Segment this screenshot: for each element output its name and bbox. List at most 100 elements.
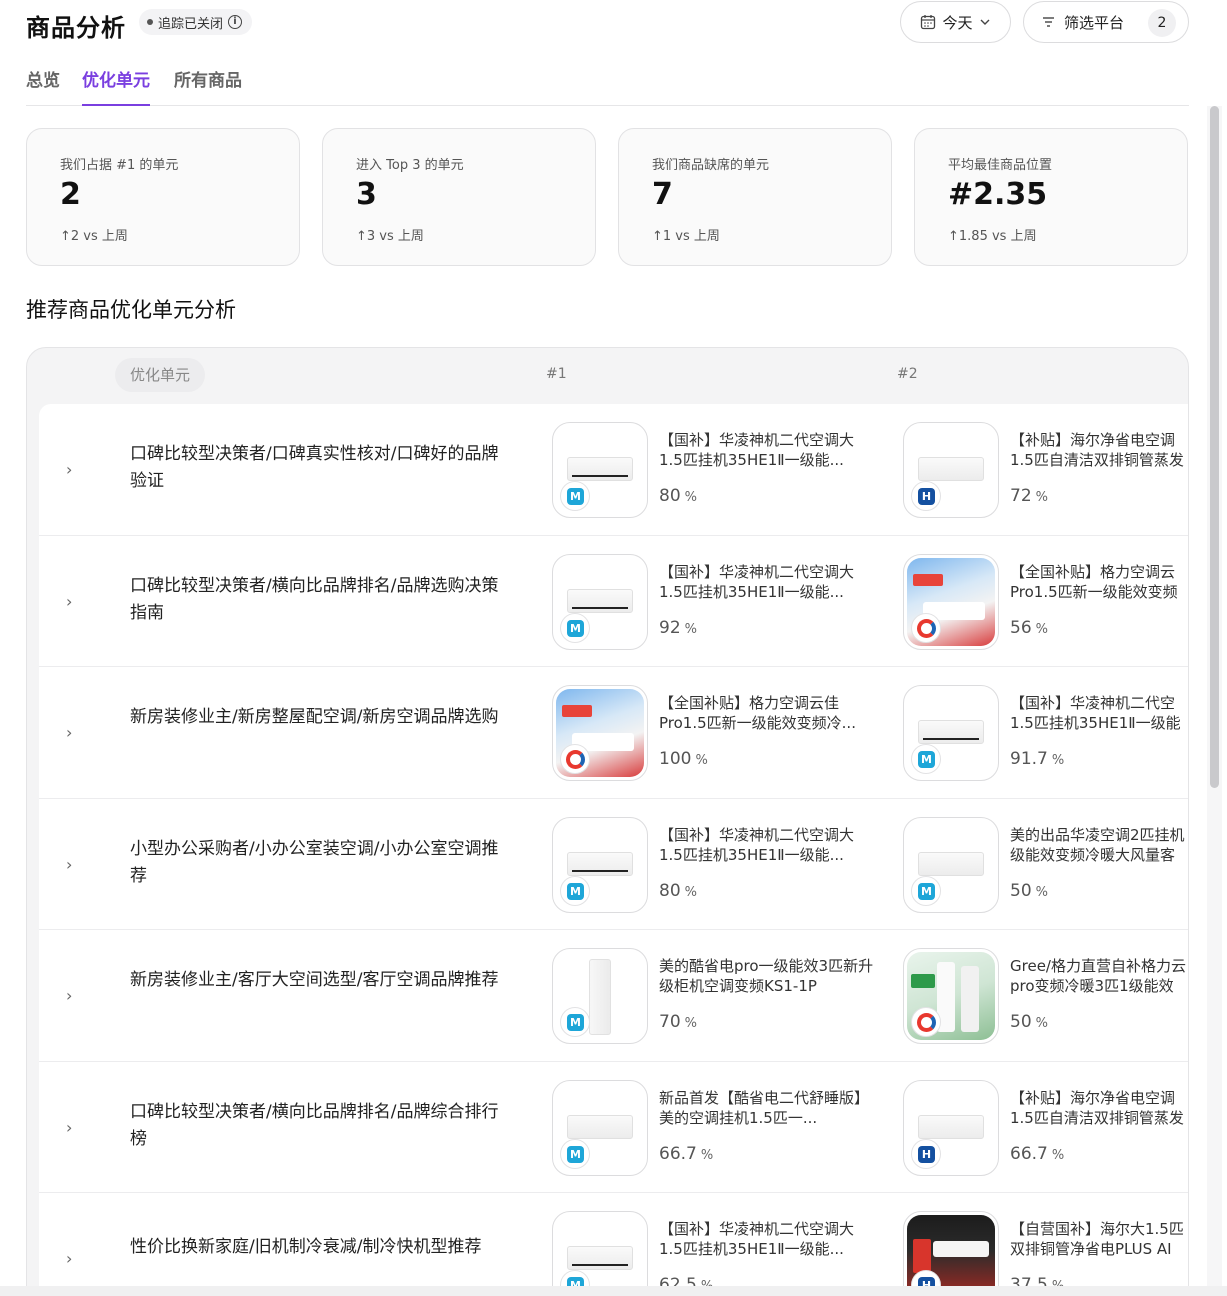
stat-delta: ↑1 vs 上周: [652, 229, 720, 244]
expand-chevron-icon[interactable]: ›: [66, 592, 72, 611]
platform-filter-label: 筛选平台: [1064, 13, 1125, 32]
table-row[interactable]: › 小型办公采购者/小办公室装空调/小办公室空调推荐 M 【国补】华凌神机二代空调大1…: [39, 799, 1188, 930]
unit-name: 口碑比较型决策者/横向比品牌排名/品牌综合排行榜: [130, 1101, 499, 1149]
stat-value: 3: [356, 177, 377, 212]
platform-count-badge: 2: [1148, 9, 1176, 37]
page-title: 商品分析: [26, 14, 126, 42]
brand-logo-midea-icon: M: [911, 875, 941, 906]
product-image-ac: [567, 457, 633, 481]
product-title[interactable]: 【国补】华凌神机二代空调大1.5匹挂机35HE1Ⅱ一级能...: [659, 825, 874, 865]
tab-bar: 总览 优化单元 所有商品: [26, 64, 1189, 106]
brand-logo-midea-icon: M: [560, 875, 590, 906]
product-image-ac: [567, 851, 633, 876]
table-row[interactable]: › 口碑比较型决策者/横向比品牌排名/品牌选购决策指南 M 【国补】华凌神机二代空调大…: [39, 536, 1188, 667]
date-filter-label: 今天: [942, 13, 973, 32]
stat-delta: ↑1.85 vs 上周: [948, 229, 1037, 244]
table-row[interactable]: › 新房装修业主/客厅大空间选型/客厅空调品牌推荐 M 美的酷省电pro一级能效3匹新…: [39, 930, 1188, 1062]
brand-logo-midea-icon: M: [560, 481, 590, 511]
table-row[interactable]: › 新房装修业主/新房整屋配空调/新房空调品牌选购 【全国补贴】格力空调云佳Pro1…: [39, 667, 1188, 799]
product-title[interactable]: 美的出品华凌空调2匹挂机级能效变频冷暖大风量客: [1010, 825, 1188, 865]
page-header: 商品分析 追踪已关闭 i 今天 筛选平台 2: [26, 1, 1189, 44]
stat-value: #2.35: [948, 177, 1048, 212]
product-score: 50%: [1010, 880, 1048, 901]
expand-chevron-icon[interactable]: ›: [66, 1249, 72, 1268]
stat-card-top3: 进入 Top 3 的单元 3 ↑3 vs 上周: [322, 128, 596, 266]
product-score: 50%: [1010, 1012, 1048, 1032]
product-title[interactable]: 【补贴】海尔净省电空调1.5匹自清洁双排铜管蒸发: [1010, 430, 1188, 470]
brand-logo-midea-icon: M: [911, 744, 941, 774]
expand-chevron-icon[interactable]: ›: [66, 1118, 72, 1137]
date-filter-button[interactable]: 今天: [900, 1, 1011, 43]
column-header-unit[interactable]: 优化单元: [115, 358, 206, 392]
stat-value: 2: [60, 177, 81, 212]
stat-label: 进入 Top 3 的单元: [356, 158, 464, 173]
product-score: 100%: [659, 749, 708, 769]
expand-chevron-icon[interactable]: ›: [66, 986, 72, 1005]
platform-filter-button[interactable]: 筛选平台 2: [1023, 1, 1189, 43]
brand-logo-midea-icon: M: [560, 612, 590, 643]
product-image-ac: [567, 1114, 633, 1139]
product-title[interactable]: 【国补】华凌神机二代空调大1.5匹挂机35HE1Ⅱ一级能...: [659, 430, 874, 470]
brand-logo-gree-icon: [911, 612, 941, 643]
product-score: 80%: [659, 880, 697, 901]
tracking-status-badge[interactable]: 追踪已关闭 i: [139, 9, 253, 35]
table-body: › 口碑比较型决策者/口碑真实性核对/口碑好的品牌验证 M 【国补】华凌神机二代空调大…: [39, 404, 1188, 1296]
stat-label: 我们商品缺席的单元: [652, 158, 770, 173]
unit-name: 口碑比较型决策者/横向比品牌排名/品牌选购决策指南: [130, 575, 499, 623]
product-title[interactable]: 【国补】华凌神机二代空调大1.5匹挂机35HE1Ⅱ一级能...: [659, 1219, 874, 1259]
tab-all-products[interactable]: 所有商品: [174, 66, 242, 106]
expand-chevron-icon[interactable]: ›: [66, 855, 72, 874]
product-title[interactable]: 【国补】华凌神机二代空调大1.5匹挂机35HE1Ⅱ一级能...: [659, 562, 874, 602]
brand-logo-gree-icon: [911, 1007, 941, 1037]
stat-label: 我们占据 #1 的单元: [60, 158, 179, 173]
product-title[interactable]: 【补贴】海尔净省电空调1.5匹自清洁双排铜管蒸发: [1010, 1088, 1188, 1128]
unit-name: 口碑比较型决策者/口碑真实性核对/口碑好的品牌验证: [130, 444, 499, 491]
scrollbar-thumb[interactable]: [1210, 106, 1219, 788]
unit-name: 小型办公采购者/小办公室装空调/小办公室空调推荐: [130, 838, 499, 886]
product-image-ac: [918, 1114, 984, 1139]
status-dot-icon: [147, 19, 153, 25]
expand-chevron-icon[interactable]: ›: [66, 723, 72, 742]
product-title[interactable]: Gree/格力直营自补格力云pro变频冷暖3匹1级能效: [1010, 956, 1188, 996]
product-title[interactable]: 【全国补贴】格力空调云佳Pro1.5匹新一级能效变频冷...: [659, 693, 874, 733]
unit-name: 性价比换新家庭/旧机制冷衰减/制冷快机型推荐: [130, 1237, 482, 1257]
product-image-ac: [918, 457, 984, 481]
stat-card-avg-position: 平均最佳商品位置 #2.35 ↑1.85 vs 上周: [914, 128, 1188, 266]
product-image-tower: [589, 959, 611, 1035]
bottom-edge: [0, 1286, 1227, 1296]
product-analysis-page: 商品分析 追踪已关闭 i 今天 筛选平台 2 总览 优化单元 所有商品 我们占据…: [0, 0, 1227, 1296]
product-score: 91.7%: [1010, 749, 1065, 769]
filter-icon: [1043, 17, 1054, 27]
product-image-ac: [567, 588, 633, 613]
unit-name: 新房装修业主/客厅大空间选型/客厅空调品牌推荐: [130, 970, 499, 990]
chevron-down-icon: [980, 19, 989, 25]
info-icon[interactable]: i: [228, 15, 243, 29]
table-row[interactable]: › 口碑比较型决策者/横向比品牌排名/品牌综合排行榜 M 新品首发【酷省电二代舒睡版】…: [39, 1062, 1188, 1193]
brand-logo-haier-icon: H: [911, 481, 941, 511]
table-row[interactable]: ›性价比换新家庭/旧机制冷衰减/制冷快机型推荐M【国补】华凌神机二代空调大1.5…: [39, 1193, 1188, 1296]
stat-delta: ↑2 vs 上周: [60, 229, 128, 244]
product-title[interactable]: 【国补】华凌神机二代空1.5匹挂机35HE1Ⅱ一级能: [1010, 693, 1188, 733]
brand-logo-gree-icon: [560, 744, 590, 774]
product-image-ac: [567, 1246, 633, 1270]
stat-value: 7: [652, 177, 673, 212]
column-header-rank2: #2: [897, 366, 918, 382]
tab-overview[interactable]: 总览: [26, 66, 60, 106]
stat-label: 平均最佳商品位置: [948, 158, 1053, 173]
product-title[interactable]: 美的酷省电pro一级能效3匹新升级柜机空调变频KS1-1P: [659, 956, 874, 996]
product-title[interactable]: 【自营国补】海尔大1.5匹双排铜管净省电PLUS AI: [1010, 1219, 1188, 1259]
product-score: 70%: [659, 1012, 697, 1032]
calendar-icon: [921, 15, 936, 30]
tab-optimization-units[interactable]: 优化单元: [82, 66, 150, 106]
section-title: 推荐商品优化单元分析: [26, 298, 236, 322]
product-score: 66.7%: [659, 1143, 714, 1164]
product-title[interactable]: 新品首发【酷省电二代舒睡版】美的空调挂机1.5匹一...: [659, 1088, 874, 1128]
stat-delta: ↑3 vs 上周: [356, 229, 424, 244]
expand-chevron-icon[interactable]: ›: [66, 460, 72, 479]
product-score: 80%: [659, 486, 697, 506]
unit-name: 新房装修业主/新房整屋配空调/新房空调品牌选购: [130, 707, 499, 727]
table-row[interactable]: › 口碑比较型决策者/口碑真实性核对/口碑好的品牌验证 M 【国补】华凌神机二代空调大…: [39, 404, 1188, 536]
product-title[interactable]: 【全国补贴】格力空调云Pro1.5匹新一级能效变频: [1010, 562, 1188, 602]
tracking-status-text: 追踪已关闭: [158, 16, 224, 32]
column-header-rank1: #1: [546, 366, 567, 382]
